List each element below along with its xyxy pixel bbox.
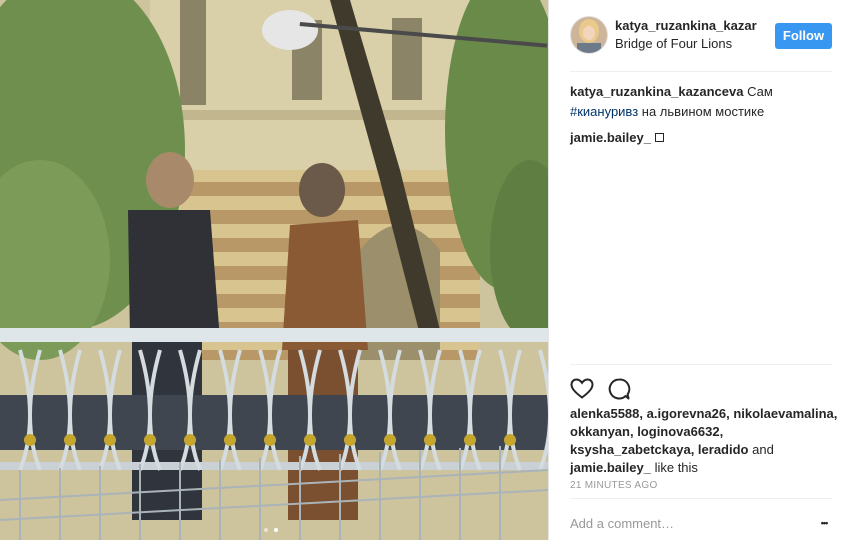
likes-last-name[interactable]: jamie.bailey_ — [570, 460, 651, 475]
emoji-placeholder-icon — [654, 133, 664, 142]
caption-text-2: на львином мостике — [641, 104, 765, 119]
likes-suffix: like this — [654, 460, 698, 475]
follow-button[interactable]: Follow — [775, 23, 832, 49]
caption-text: Сам — [747, 84, 773, 99]
likes-connector: and — [752, 442, 774, 457]
comment-divider — [570, 498, 832, 499]
avatar[interactable] — [570, 16, 608, 54]
header-username[interactable]: katya_ruzankina_kazar — [615, 18, 765, 33]
actions-divider — [570, 364, 832, 365]
header-divider — [570, 71, 832, 72]
comment: jamie.bailey_ — [570, 128, 840, 148]
carousel-dot-active[interactable] — [274, 528, 278, 532]
comment-username[interactable]: jamie.bailey_ — [570, 130, 651, 145]
more-options-icon[interactable]: ••• — [815, 514, 833, 532]
caption: katya_ruzankina_kazanceva Сам #киануривз… — [570, 82, 840, 122]
caption-username[interactable]: katya_ruzankina_kazanceva — [570, 84, 743, 99]
photo-scene — [0, 0, 548, 540]
caption-hashtag[interactable]: #киануривз — [570, 104, 638, 119]
comments-list: katya_ruzankina_kazanceva Сам #киануривз… — [570, 82, 840, 148]
header-location[interactable]: Bridge of Four Lions — [615, 36, 732, 51]
post-timestamp[interactable]: 21 MINUTES AGO — [570, 480, 658, 491]
likes-summary: alenka5588, a.igorevna26, nikolaevamalin… — [570, 405, 840, 477]
add-comment-input[interactable] — [570, 512, 800, 534]
post-header: katya_ruzankina_kazar Bridge of Four Lio… — [549, 0, 858, 72]
comment-icon[interactable] — [607, 377, 631, 401]
post-photo[interactable] — [0, 0, 548, 540]
post-side-panel: katya_ruzankina_kazar Bridge of Four Lio… — [549, 0, 858, 540]
likes-names[interactable]: alenka5588, a.igorevna26, nikolaevamalin… — [570, 406, 837, 457]
heart-icon[interactable] — [570, 377, 594, 401]
carousel-dot[interactable] — [264, 528, 268, 532]
avatar-image — [571, 17, 607, 53]
